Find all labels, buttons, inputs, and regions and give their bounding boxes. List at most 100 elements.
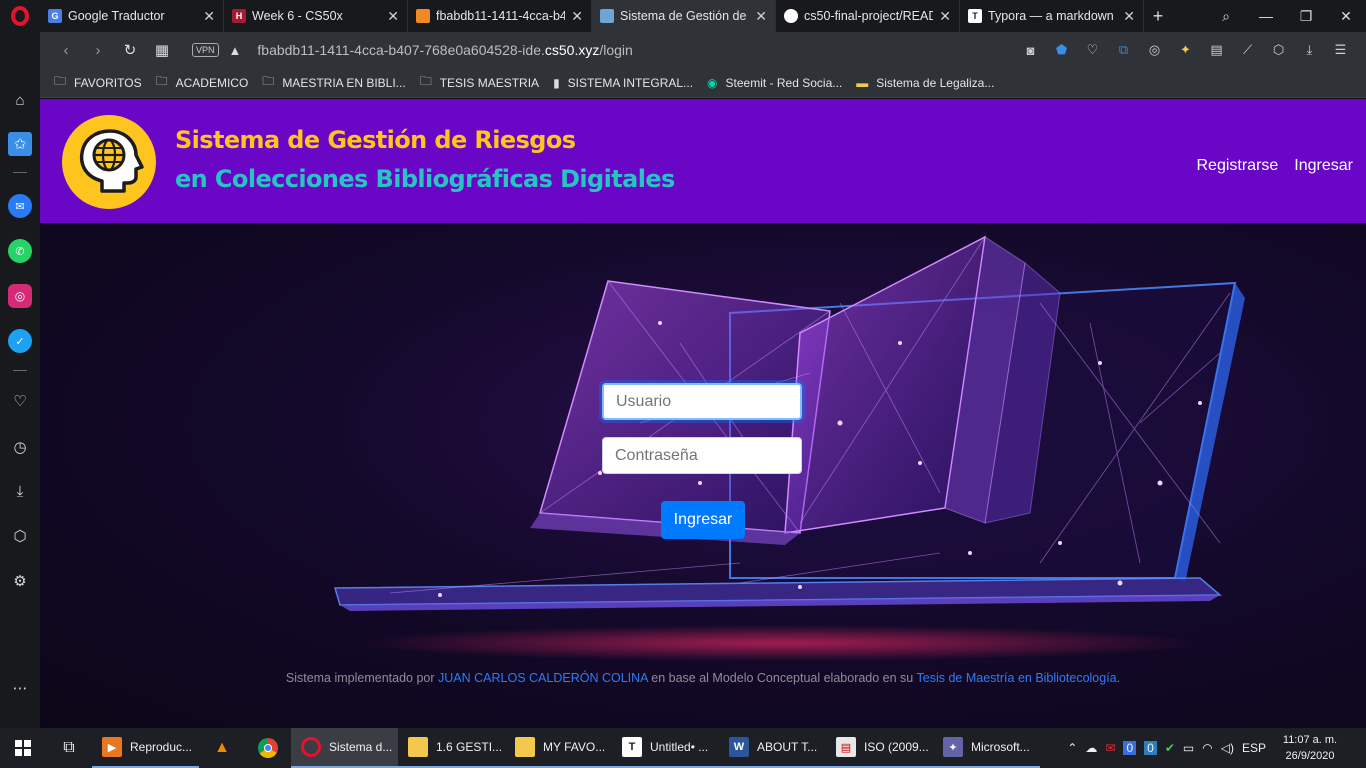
bookmark-favoritos[interactable]: 🗀 FAVORITOS	[54, 72, 142, 93]
new-tab-button[interactable]: +	[1144, 6, 1172, 27]
close-tab-icon[interactable]: ✕	[755, 8, 767, 25]
home-icon[interactable]: ⌂	[8, 88, 32, 112]
instagram-icon[interactable]: ◎	[8, 284, 32, 308]
speed-dial-icon[interactable]: ✩	[8, 132, 32, 156]
taskbar-app-folder-gesti[interactable]: 1.6 GESTI...	[398, 728, 505, 768]
back-icon[interactable]: ‹	[50, 42, 82, 59]
restore-icon[interactable]: ❐	[1286, 8, 1326, 25]
whatsapp-icon[interactable]: ✆	[8, 239, 32, 263]
messenger-icon[interactable]: ✉	[8, 194, 32, 218]
onedrive-icon[interactable]: ☁	[1085, 741, 1097, 755]
clock[interactable]: 11:07 a. m. 26/9/2020	[1270, 732, 1350, 764]
google-translate-icon: G	[48, 9, 62, 23]
author-link[interactable]: JUAN CARLOS CALDERÓN COLINA	[438, 671, 648, 685]
tab-title: Typora — a markdown e	[988, 9, 1118, 23]
tab-github-readme[interactable]: cs50-final-project/READ ✕	[776, 0, 960, 32]
minimize-icon[interactable]: —	[1246, 8, 1286, 24]
tab-typora[interactable]: T Typora — a markdown e ✕	[960, 0, 1144, 32]
bookmark-label: TESIS MAESTRIA	[439, 75, 540, 90]
brand-title-line1[interactable]: Sistema de Gestión de Riesgos	[175, 126, 576, 154]
heart-icon[interactable]: ♡	[8, 389, 32, 413]
taskbar-app-folder-myfavo[interactable]: MY FAVO...	[505, 728, 612, 768]
battery-icon[interactable]: ▭	[1183, 741, 1194, 755]
search-tabs-icon[interactable]: ⌕	[1206, 8, 1246, 25]
volume-icon[interactable]: ◁)	[1221, 741, 1234, 755]
tab-title: Google Traductor	[68, 9, 165, 23]
opera-sidebar: ⌂ ✩ ✉ ✆ ◎ ✓ ♡ ◷ ⤓ ⬡ ⚙ ⋯	[0, 32, 40, 728]
bookmark-academico[interactable]: 🗀 ACADEMICO	[156, 72, 249, 93]
bookmark-legalizacion[interactable]: ▬ Sistema de Legaliza...	[856, 76, 994, 90]
tab-cs50-ide[interactable]: fbabdb11-1411-4cca-b4( ✕	[408, 0, 592, 32]
shield-icon[interactable]: ⬟	[1046, 42, 1077, 58]
password-input[interactable]	[602, 437, 802, 474]
camera-icon[interactable]: ◙	[1015, 43, 1046, 58]
taskbar-app-media-player[interactable]: ▶ Reproduc...	[92, 728, 199, 768]
taskbar-app-pdf[interactable]: ▤ ISO (2009...	[826, 728, 933, 768]
taskbar-app-word[interactable]: W ABOUT T...	[719, 728, 826, 768]
teams-icon: ✦	[943, 737, 963, 757]
wifi-icon[interactable]: ◠	[1202, 741, 1212, 755]
windows-start-icon[interactable]	[0, 728, 46, 768]
taskbar-app-label: Sistema d...	[329, 740, 393, 754]
bookmark-steemit[interactable]: ◉ Steemit - Red Socia...	[707, 76, 842, 90]
snapshot-icon[interactable]: ⟋	[1232, 42, 1263, 58]
settings-gear-icon[interactable]: ⚙	[8, 569, 32, 593]
language-indicator[interactable]: ESP	[1242, 741, 1266, 755]
app-0b-icon[interactable]: 0	[1144, 741, 1157, 755]
close-window-icon[interactable]: ✕	[1326, 8, 1366, 25]
cube-icon[interactable]: ⬡	[8, 524, 32, 548]
close-tab-icon[interactable]: ✕	[387, 8, 399, 25]
download-icon[interactable]: ⤓	[1294, 42, 1325, 58]
mail-icon[interactable]: ✉	[1105, 741, 1115, 755]
brand-title-line2[interactable]: en Colecciones Bibliográficas Digitales	[175, 165, 675, 193]
taskbar-app-microsoft[interactable]: ✦ Microsoft...	[933, 728, 1040, 768]
more-icon[interactable]: ⋯	[8, 676, 32, 700]
close-tab-icon[interactable]: ✕	[571, 8, 583, 25]
taskbar-app-typora[interactable]: T Untitled• ...	[612, 728, 719, 768]
vlc-icon[interactable]: ▲	[199, 728, 245, 768]
downloads-icon[interactable]: ⤓	[8, 479, 32, 503]
cube-icon[interactable]: ⬡	[1263, 42, 1294, 58]
tab-week6-cs50x[interactable]: H Week 6 - CS50x ✕	[224, 0, 408, 32]
vpn-badge[interactable]: VPN	[192, 43, 219, 57]
app-0-icon[interactable]: 0	[1123, 741, 1137, 755]
tray-expand-icon[interactable]: ⌃	[1067, 741, 1077, 755]
check-icon[interactable]: ✔	[1165, 741, 1175, 755]
url-domain: cs50.xyz	[544, 42, 600, 58]
bookmark-sistema-integral[interactable]: ▮ SISTEMA INTEGRAL...	[553, 76, 693, 90]
cube-icon	[416, 9, 430, 23]
twitter-icon[interactable]: ✓	[8, 329, 32, 353]
taskbar-app-opera[interactable]: Sistema d...	[291, 728, 398, 768]
bookmark-tesis[interactable]: 🗀 TESIS MAESTRIA	[420, 72, 539, 93]
close-tab-icon[interactable]: ✕	[939, 8, 951, 25]
extension-icon[interactable]: ✦	[1170, 42, 1201, 58]
reload-icon[interactable]: ↻	[114, 41, 146, 59]
username-input[interactable]	[602, 383, 802, 420]
login-link[interactable]: Ingresar	[1294, 157, 1353, 175]
task-view-icon[interactable]: ⧉	[46, 728, 92, 768]
thesis-link[interactable]: Tesis de Maestría en Bibliotecología	[917, 671, 1117, 685]
tab-title: Week 6 - CS50x	[252, 9, 343, 23]
tiles-icon[interactable]: ▦	[146, 41, 178, 59]
login-submit-button[interactable]: Ingresar	[661, 501, 745, 539]
close-tab-icon[interactable]: ✕	[203, 8, 215, 25]
history-clock-icon[interactable]: ◷	[8, 435, 32, 459]
bookmark-maestria[interactable]: 🗀 MAESTRIA EN BIBLI...	[262, 72, 405, 93]
tab-sistema-gestion[interactable]: Sistema de Gestión de R ✕	[592, 0, 776, 32]
warning-icon[interactable]: ▲	[229, 43, 242, 58]
stack-icon[interactable]: ▤	[1201, 42, 1232, 58]
tab-title: Sistema de Gestión de R	[620, 9, 750, 23]
chrome-icon[interactable]	[245, 728, 291, 768]
forward-icon[interactable]: ›	[82, 42, 114, 59]
opera-menu-icon[interactable]	[0, 0, 40, 32]
mouse-icon[interactable]: ◎	[1139, 42, 1170, 58]
translate-icon[interactable]: ⧉	[1108, 42, 1139, 58]
word-icon: W	[729, 737, 749, 757]
tab-google-translate[interactable]: G Google Traductor ✕	[40, 0, 224, 32]
url-field[interactable]: fbabdb11-1411-4cca-b407-768e0a604528-ide…	[257, 42, 632, 58]
brain-globe-logo-icon[interactable]	[62, 115, 156, 209]
heart-icon[interactable]: ♡	[1077, 42, 1108, 58]
menu-icon[interactable]: ☰	[1325, 42, 1356, 58]
close-tab-icon[interactable]: ✕	[1123, 8, 1135, 25]
register-link[interactable]: Registrarse	[1196, 157, 1278, 175]
